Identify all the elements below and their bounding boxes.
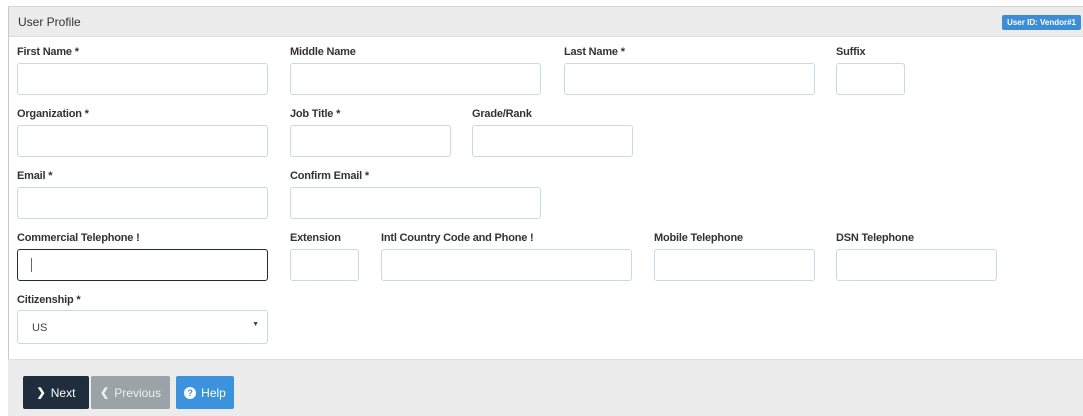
- user-profile-panel: User Profile User ID: Vendor#1 First Nam…: [8, 6, 1083, 416]
- middle-name-input[interactable]: [290, 63, 541, 95]
- commercial-phone-input[interactable]: [17, 249, 268, 281]
- job-title-input[interactable]: [290, 125, 451, 157]
- email-label: Email *: [17, 170, 53, 182]
- citizenship-label: Citizenship *: [17, 294, 81, 306]
- previous-button[interactable]: ❮ Previous: [91, 376, 170, 409]
- citizenship-selected-value: US: [32, 322, 48, 334]
- confirm-email-label: Confirm Email *: [290, 170, 369, 182]
- email-input[interactable]: [17, 187, 268, 219]
- commercial-phone-label: Commercial Telephone !: [17, 232, 140, 244]
- suffix-input[interactable]: [836, 63, 905, 95]
- text-cursor: [31, 258, 32, 272]
- organization-label: Organization *: [17, 108, 89, 120]
- intl-phone-input[interactable]: [381, 249, 632, 281]
- job-title-label: Job Title *: [290, 108, 341, 120]
- next-button[interactable]: ❯ Next: [23, 376, 89, 409]
- caret-down-icon: ▼: [252, 321, 259, 328]
- grade-rank-input[interactable]: [472, 125, 633, 157]
- first-name-label: First Name *: [17, 46, 79, 58]
- suffix-label: Suffix: [836, 46, 866, 58]
- previous-button-label: Previous: [114, 385, 161, 400]
- dsn-phone-input[interactable]: [836, 249, 997, 281]
- extension-input[interactable]: [290, 249, 359, 281]
- form-footer: ❯ Next ❮ Previous ? Help: [8, 359, 1083, 416]
- chevron-left-icon: ❮: [100, 387, 110, 399]
- mobile-phone-input[interactable]: [654, 249, 815, 281]
- intl-phone-label: Intl Country Code and Phone !: [381, 232, 534, 244]
- chevron-right-icon: ❯: [36, 387, 46, 399]
- extension-label: Extension: [290, 232, 341, 244]
- help-button-label: Help: [201, 385, 226, 400]
- panel-header: User Profile User ID: Vendor#1: [9, 7, 1083, 37]
- organization-input[interactable]: [17, 125, 268, 157]
- panel-title: User Profile: [18, 15, 81, 29]
- help-button[interactable]: ? Help: [176, 376, 234, 409]
- user-id-badge: User ID: Vendor#1: [1002, 15, 1081, 30]
- question-circle-icon: ?: [184, 386, 197, 399]
- citizenship-select[interactable]: US ▼: [17, 310, 268, 344]
- first-name-input[interactable]: [17, 63, 268, 95]
- dsn-phone-label: DSN Telephone: [836, 232, 914, 244]
- last-name-label: Last Name *: [564, 46, 625, 58]
- next-button-label: Next: [50, 385, 76, 400]
- last-name-input[interactable]: [564, 63, 815, 95]
- mobile-phone-label: Mobile Telephone: [654, 232, 743, 244]
- grade-rank-label: Grade/Rank: [472, 108, 532, 120]
- middle-name-label: Middle Name: [290, 46, 356, 58]
- confirm-email-input[interactable]: [290, 187, 541, 219]
